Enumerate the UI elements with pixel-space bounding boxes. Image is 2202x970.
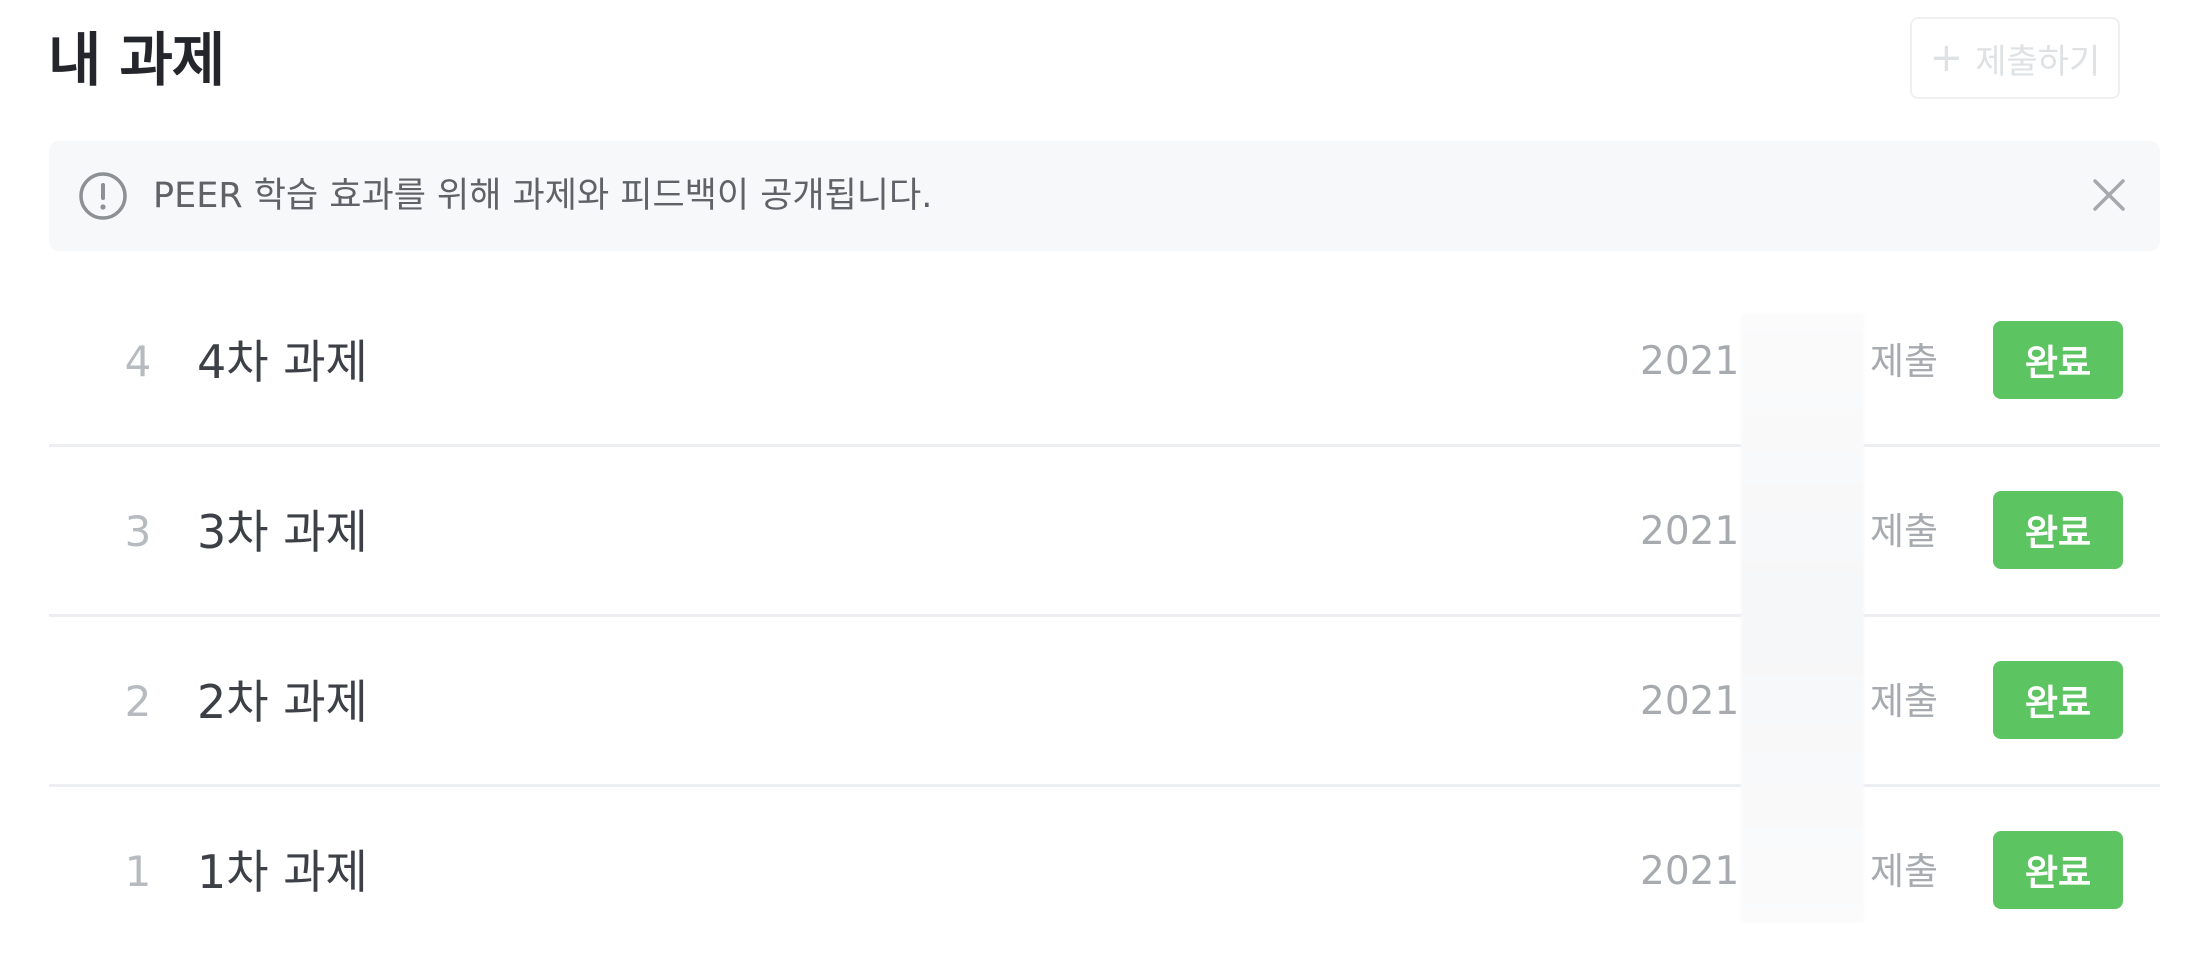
status-badge: 완료 [1993,661,2123,739]
submission-date: 2021. [1640,339,1752,384]
assignment-title: 1차 과제 [197,845,368,899]
assignment-title: 3차 과제 [197,505,368,559]
submitted-label: 제출 [1870,510,1939,553]
submission-date: 2021. [1640,509,1752,554]
assignment-page: 내 과제 + 제출하기 PEER 학습 효과를 위해 과제와 피드백이 공개됩니… [0,0,2202,970]
notice-text: PEER 학습 효과를 위해 과제와 피드백이 공개됩니다. [153,176,933,216]
submitted-label: 제출 [1870,680,1939,723]
submitted-label: 제출 [1870,340,1939,383]
info-notice: PEER 학습 효과를 위해 과제와 피드백이 공개됩니다. [49,141,2160,251]
assignment-title: 2차 과제 [197,675,368,729]
assignment-number: 1 [124,847,152,896]
status-badge: 완료 [1993,321,2123,399]
status-badge: 완료 [1993,831,2123,909]
submission-date: 2021. [1640,849,1752,894]
submit-button-label: 제출하기 [1975,41,2101,82]
assignment-number: 4 [124,337,152,386]
close-icon [2093,179,2125,211]
close-notice-button[interactable] [2088,174,2130,216]
info-circle-icon [79,172,127,220]
page-title: 내 과제 [48,26,225,94]
assignment-title: 4차 과제 [197,335,368,389]
plus-icon: + [1929,35,1964,81]
submit-button[interactable]: + 제출하기 [1910,17,2120,99]
assignment-number: 3 [124,507,152,556]
submission-date: 2021. [1640,679,1752,724]
status-badge: 완료 [1993,491,2123,569]
redacted-date-overlay [1741,313,1864,923]
assignment-number: 2 [124,677,152,726]
submitted-label: 제출 [1870,850,1939,893]
